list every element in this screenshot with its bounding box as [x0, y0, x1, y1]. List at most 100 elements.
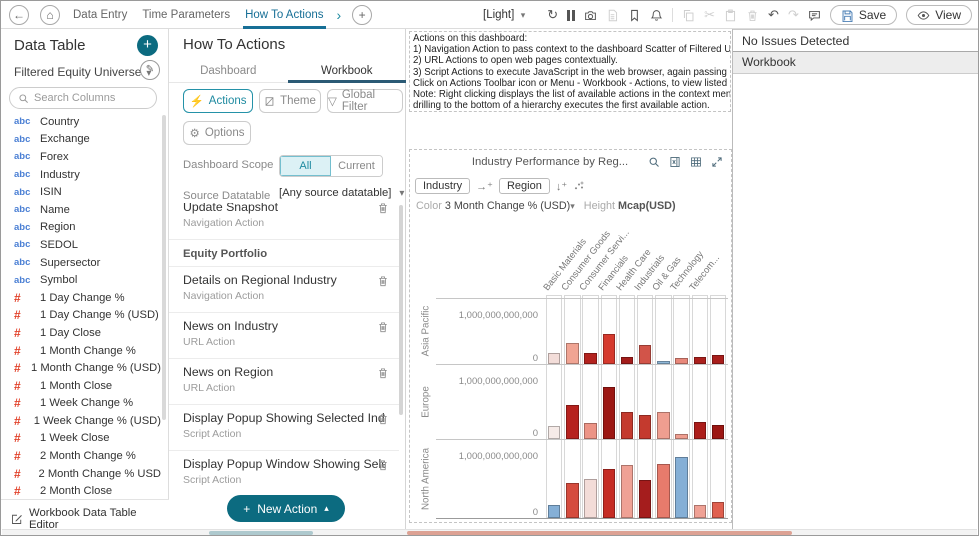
- bar[interactable]: [566, 343, 578, 364]
- tab-workbook[interactable]: Workbook: [288, 61, 407, 82]
- bar[interactable]: [657, 464, 669, 518]
- column-item-supersector[interactable]: abcSupersector: [1, 254, 161, 272]
- undo-icon[interactable]: ↶: [768, 1, 779, 29]
- tab-dashboard[interactable]: Dashboard: [169, 61, 288, 82]
- column-item-1-day-change-[interactable]: #1 Day Change %: [1, 289, 161, 307]
- pause-icon[interactable]: [567, 10, 575, 21]
- column-item-2-month-change-[interactable]: #2 Month Change %: [1, 447, 161, 465]
- trash-icon[interactable]: [377, 367, 389, 379]
- action-item[interactable]: Display Popup Window Showing Sele...Scri…: [169, 451, 399, 491]
- bar[interactable]: [621, 465, 633, 518]
- add-scatter-icon[interactable]: [573, 180, 585, 192]
- bar[interactable]: [657, 412, 669, 439]
- breadcrumb-industry-pill[interactable]: Industry: [415, 178, 470, 194]
- bar[interactable]: [621, 412, 633, 439]
- column-item-exchange[interactable]: abcExchange: [1, 131, 161, 149]
- search-icon[interactable]: [648, 156, 660, 168]
- color-value-select[interactable]: 3 Month Change % (USD): [445, 200, 570, 212]
- column-item-industry[interactable]: abcIndustry: [1, 166, 161, 184]
- bar[interactable]: [712, 355, 724, 364]
- action-item[interactable]: Display Popup Showing Selected Indu...Sc…: [169, 405, 399, 451]
- column-item-1-week-change-[interactable]: #1 Week Change %: [1, 395, 161, 413]
- add-data-table-button[interactable]: +: [137, 35, 158, 56]
- action-item[interactable]: Update SnapshotNavigation Action: [169, 203, 399, 240]
- column-item-country[interactable]: abcCountry: [1, 113, 161, 131]
- bar[interactable]: [548, 353, 560, 364]
- column-item-region[interactable]: abcRegion: [1, 219, 161, 237]
- save-button[interactable]: Save: [830, 5, 897, 25]
- column-item-1-day-change-usd-[interactable]: #1 Day Change % (USD): [1, 307, 161, 325]
- bar[interactable]: [694, 505, 706, 518]
- scope-current-option[interactable]: Current: [331, 156, 382, 176]
- dashboard-notes-textbox[interactable]: Actions on this dashboard:1) Navigation …: [409, 31, 731, 112]
- action-item[interactable]: News on RegionURL Action: [169, 359, 399, 405]
- left-panel-scrollbar[interactable]: [162, 115, 166, 420]
- column-item-name[interactable]: abcName: [1, 201, 161, 219]
- column-item-1-week-change-usd-[interactable]: #1 Week Change % (USD): [1, 412, 161, 430]
- back-button[interactable]: ←: [9, 5, 29, 25]
- trash-icon[interactable]: [377, 275, 389, 287]
- issues-item-workbook[interactable]: Workbook: [733, 52, 979, 74]
- column-item-2-month-close[interactable]: #2 Month Close: [1, 482, 161, 500]
- bar[interactable]: [548, 505, 560, 518]
- search-columns-input[interactable]: [34, 92, 144, 104]
- source-datatable-select[interactable]: [Any source datatable]▾: [279, 187, 404, 199]
- breadcrumb-region-pill[interactable]: Region: [499, 178, 550, 194]
- tab-data-entry[interactable]: Data Entry: [71, 1, 129, 29]
- maximize-icon[interactable]: [711, 156, 723, 168]
- bar[interactable]: [584, 479, 596, 518]
- edit-datatable-button[interactable]: ✎: [140, 60, 160, 80]
- search-columns-box[interactable]: [9, 87, 157, 109]
- alerts-bell-icon[interactable]: [650, 9, 663, 22]
- options-button[interactable]: ⚙ Options: [183, 121, 251, 145]
- bar[interactable]: [712, 502, 724, 518]
- height-value[interactable]: Mcap(USD): [618, 200, 676, 212]
- actions-button[interactable]: ⚡ Actions: [183, 89, 253, 113]
- refresh-icon[interactable]: ↻: [547, 1, 558, 29]
- view-button[interactable]: View: [906, 5, 972, 25]
- add-dashboard-button[interactable]: +: [352, 5, 372, 25]
- column-item-1-month-change-[interactable]: #1 Month Change %: [1, 342, 161, 360]
- bar[interactable]: [639, 415, 651, 439]
- bar[interactable]: [566, 483, 578, 518]
- bar[interactable]: [694, 357, 706, 364]
- column-item-forex[interactable]: abcForex: [1, 148, 161, 166]
- bar[interactable]: [639, 480, 651, 518]
- workbook-data-table-editor-button[interactable]: Workbook Data Table Editor: [1, 499, 169, 531]
- new-action-button[interactable]: + New Action ▴: [227, 495, 345, 522]
- action-item[interactable]: Details on Regional IndustryNavigation A…: [169, 267, 399, 313]
- pivot-right-icon[interactable]: →⁺: [476, 180, 493, 193]
- scope-all-option[interactable]: All: [280, 156, 331, 176]
- table-grid-icon[interactable]: [690, 156, 702, 168]
- datatable-select[interactable]: Filtered Equity Universe▾: [14, 65, 151, 79]
- chart-part[interactable]: Industry Performance by Reg... Industry …: [409, 149, 732, 523]
- trash-icon[interactable]: [377, 321, 389, 333]
- comment-icon[interactable]: [808, 9, 821, 22]
- trash-icon[interactable]: [377, 459, 389, 471]
- column-item-1-month-change-usd-[interactable]: #1 Month Change % (USD): [1, 359, 161, 377]
- middle-panel-scrollbar[interactable]: [399, 205, 403, 415]
- column-item-sedol[interactable]: abcSEDOL: [1, 236, 161, 254]
- bar[interactable]: [621, 357, 633, 364]
- trash-icon[interactable]: [377, 203, 389, 214]
- horizontal-scrollbar[interactable]: [2, 529, 977, 535]
- column-item-2-month-change-usd[interactable]: #2 Month Change % USD: [1, 465, 161, 483]
- workbook-state-select[interactable]: [Light] ▾: [483, 9, 525, 21]
- bar[interactable]: [603, 334, 615, 364]
- action-item[interactable]: News on IndustryURL Action: [169, 313, 399, 359]
- bar[interactable]: [694, 422, 706, 439]
- scrollbar-thumb[interactable]: [407, 531, 792, 535]
- bar[interactable]: [584, 353, 596, 365]
- tab-time-parameters[interactable]: Time Parameters: [140, 1, 232, 29]
- column-item-1-week-close[interactable]: #1 Week Close: [1, 430, 161, 448]
- bar[interactable]: [712, 425, 724, 439]
- bar[interactable]: [675, 457, 687, 518]
- bar[interactable]: [639, 345, 651, 364]
- bar[interactable]: [566, 405, 578, 439]
- bar[interactable]: [584, 423, 596, 439]
- theme-button[interactable]: Theme: [259, 89, 321, 113]
- bar[interactable]: [603, 387, 615, 439]
- export-excel-icon[interactable]: [669, 156, 681, 168]
- chevron-right-icon[interactable]: ›: [337, 7, 342, 23]
- column-item-1-day-close[interactable]: #1 Day Close: [1, 324, 161, 342]
